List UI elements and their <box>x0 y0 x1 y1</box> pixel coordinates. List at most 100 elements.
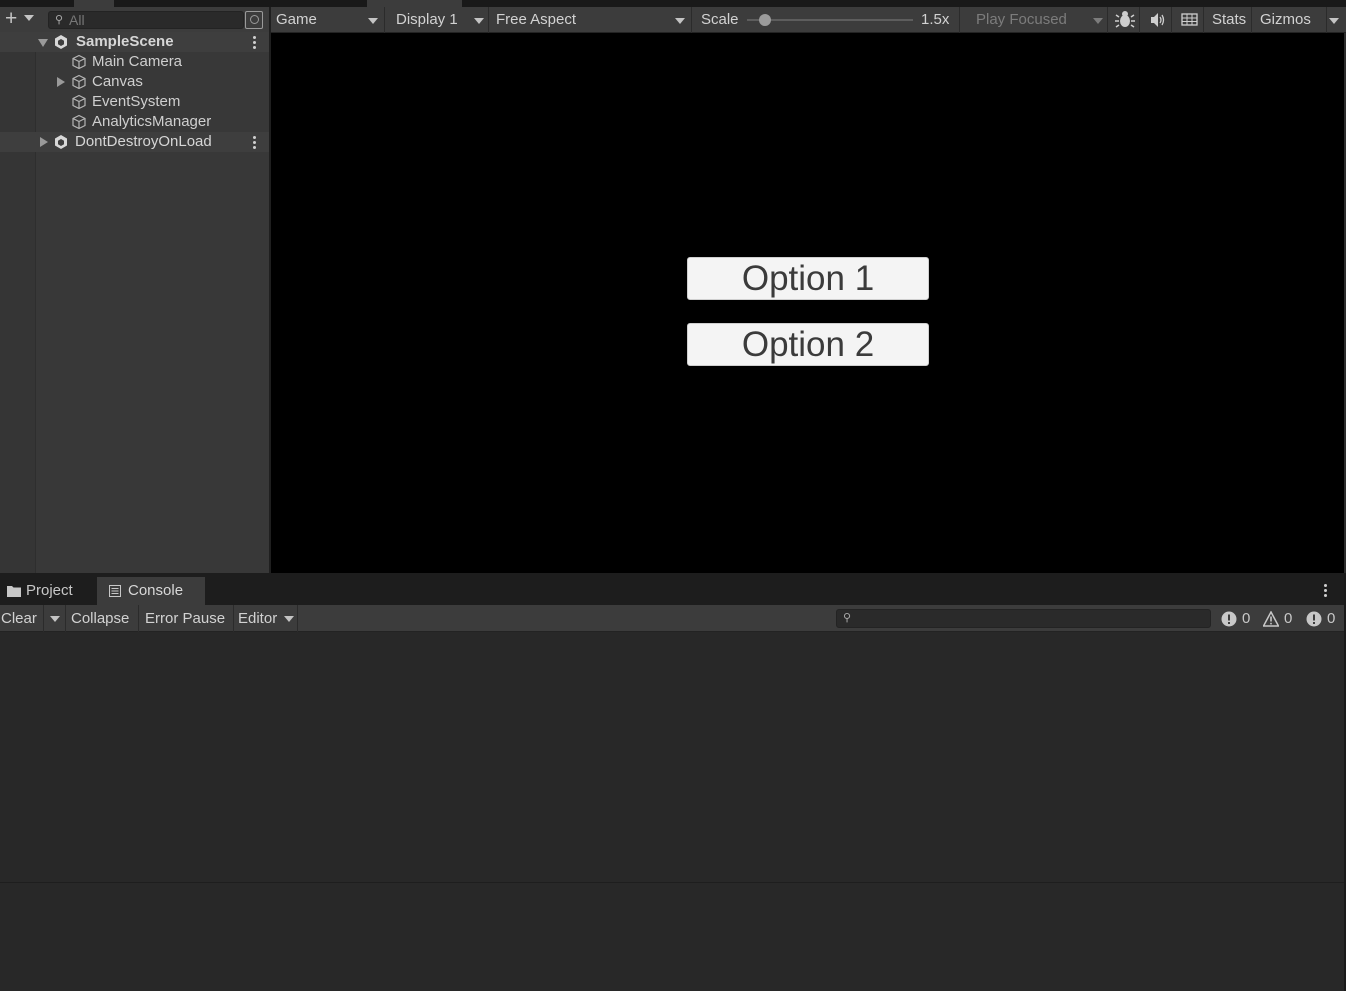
gameobject-cube-icon <box>72 114 86 130</box>
chevron-down-icon <box>368 18 378 24</box>
hierarchy-row-samplescene[interactable]: SampleScene <box>0 32 269 52</box>
console-search-input[interactable] <box>857 610 1207 627</box>
display-dropdown[interactable]: Display 1 <box>391 7 489 33</box>
view-mode-dropdown[interactable]: Game <box>271 7 385 33</box>
clear-label: Clear <box>1 610 37 627</box>
game-toolbar: Game Display 1 Free Aspect Scale 1.5x Pl… <box>271 7 1346 33</box>
hierarchy-row-analyticsmanager[interactable]: AnalyticsManager <box>0 112 269 132</box>
scale-value: 1.5x <box>921 11 950 28</box>
play-mode-dropdown[interactable]: Play Focused <box>971 7 1108 33</box>
mute-audio-button[interactable] <box>1142 7 1172 33</box>
expand-arrow-icon[interactable] <box>57 77 65 87</box>
message-count: 0 <box>1327 610 1336 627</box>
tab-console-label: Console <box>128 582 184 599</box>
console-panel: Project Console Clear Collapse Error Pau… <box>0 573 1346 991</box>
aspect-label: Free Aspect <box>496 11 577 28</box>
search-icon: ⚲ <box>843 612 852 624</box>
bug-icon <box>1115 11 1135 28</box>
window-tab-strip <box>0 0 1346 7</box>
scale-slider-thumb[interactable] <box>759 14 772 26</box>
display-label: Display 1 <box>396 11 458 28</box>
hierarchy-row-label: Main Camera <box>92 53 183 70</box>
audio-mute-icon <box>1151 13 1165 27</box>
game-tab-hint[interactable] <box>367 0 462 7</box>
unity-scene-icon <box>55 135 67 149</box>
chevron-down-icon <box>1329 18 1339 24</box>
scene-menu-icon[interactable] <box>247 135 261 149</box>
hierarchy-toolbar: + ⚲ <box>0 7 269 33</box>
aspect-dropdown[interactable]: Free Aspect <box>491 7 692 33</box>
chevron-down-icon <box>24 15 34 21</box>
hierarchy-tab-hint[interactable] <box>74 0 114 7</box>
gizmos-dropdown[interactable] <box>1327 7 1346 33</box>
hierarchy-search-input[interactable] <box>69 12 239 28</box>
error-pause-toggle[interactable]: Error Pause <box>139 605 234 632</box>
bug-button[interactable] <box>1110 7 1140 33</box>
editor-dropdown[interactable]: Editor <box>234 605 298 632</box>
hierarchy-row-label: EventSystem <box>92 93 181 110</box>
console-search[interactable]: ⚲ <box>836 609 1211 628</box>
scale-slider[interactable] <box>747 14 913 26</box>
scale-label: Scale <box>701 11 739 28</box>
editor-label: Editor <box>238 610 278 627</box>
scene-visibility-button[interactable] <box>245 11 263 29</box>
error-pause-label: Error Pause <box>145 610 226 627</box>
scene-menu-icon[interactable] <box>247 35 261 49</box>
game-view-panel: Game Display 1 Free Aspect Scale 1.5x Pl… <box>269 7 1346 573</box>
gameobject-cube-icon <box>72 94 86 110</box>
panel-menu-icon[interactable] <box>1318 583 1332 597</box>
hierarchy-row-label: Canvas <box>92 73 143 90</box>
hierarchy-row-canvas[interactable]: Canvas <box>0 72 269 92</box>
plus-icon: + <box>5 7 18 30</box>
scale-control: Scale 1.5x <box>695 7 960 33</box>
clear-button[interactable]: Clear <box>0 605 44 632</box>
warning-icon <box>1263 611 1279 627</box>
error-count: 0 <box>1242 610 1251 627</box>
create-object-button[interactable]: + <box>2 7 38 30</box>
resolution-button[interactable] <box>1174 7 1204 33</box>
tab-project[interactable]: Project <box>0 577 94 605</box>
chevron-down-icon <box>1093 18 1103 24</box>
gizmos-button[interactable]: Gizmos <box>1255 7 1327 33</box>
hierarchy-row-label: AnalyticsManager <box>92 113 212 130</box>
hierarchy-row-label: SampleScene <box>76 33 174 50</box>
chevron-down-icon <box>675 18 685 24</box>
gizmos-label: Gizmos <box>1260 11 1311 28</box>
expand-arrow-icon[interactable] <box>40 137 48 147</box>
info-icon <box>1306 611 1322 627</box>
bottom-tab-bar: Project Console <box>0 573 1346 605</box>
chevron-down-icon <box>50 616 60 622</box>
error-icon <box>1221 611 1237 627</box>
console-icon <box>109 585 121 597</box>
stats-label: Stats <box>1212 11 1247 28</box>
hierarchy-row-dontdestroyonload[interactable]: DontDestroyOnLoad <box>0 132 269 152</box>
gameobject-cube-icon <box>72 54 86 70</box>
game-canvas[interactable]: Option 1 Option 2 <box>271 33 1344 573</box>
search-icon: ⚲ <box>55 14 64 26</box>
chevron-down-icon <box>284 616 294 622</box>
option-2-button[interactable]: Option 2 <box>687 323 929 366</box>
gameobject-cube-icon <box>72 74 86 90</box>
console-log-list[interactable] <box>0 632 1344 883</box>
console-toolbar: Clear Collapse Error Pause Editor ⚲ 0 0 … <box>0 605 1346 632</box>
unity-scene-icon <box>55 35 67 49</box>
hierarchy-row-label: DontDestroyOnLoad <box>75 133 212 150</box>
hierarchy-row-eventsystem[interactable]: EventSystem <box>0 92 269 112</box>
collapse-toggle[interactable]: Collapse <box>66 605 139 632</box>
chevron-down-icon <box>474 18 484 24</box>
console-detail-area[interactable] <box>0 884 1344 991</box>
clear-options-dropdown[interactable] <box>44 605 66 632</box>
tab-console[interactable]: Console <box>97 577 205 605</box>
stats-button[interactable]: Stats <box>1207 7 1253 33</box>
folder-icon <box>7 586 21 597</box>
view-mode-label: Game <box>276 11 317 28</box>
expand-arrow-icon[interactable] <box>38 39 48 47</box>
play-mode-label: Play Focused <box>976 11 1067 28</box>
hierarchy-search[interactable]: ⚲ <box>48 11 244 29</box>
option-1-button[interactable]: Option 1 <box>687 257 929 300</box>
unity-editor: + ⚲ SampleScene Main Camera <box>0 0 1346 991</box>
hierarchy-panel: + ⚲ SampleScene Main Camera <box>0 7 269 573</box>
hierarchy-row-main-camera[interactable]: Main Camera <box>0 52 269 72</box>
collapse-label: Collapse <box>71 610 130 627</box>
tab-project-label: Project <box>26 582 73 599</box>
